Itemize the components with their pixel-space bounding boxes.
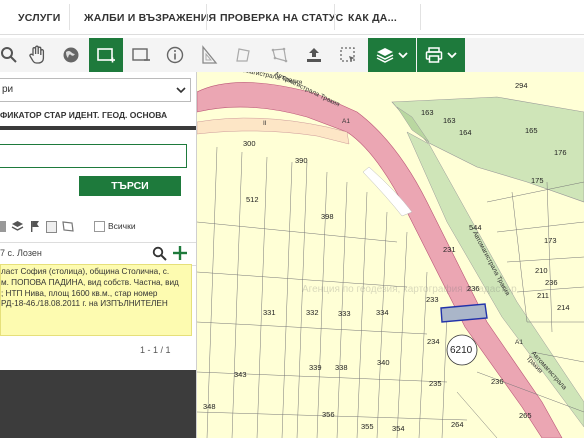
parcel-label: 210 xyxy=(535,266,548,275)
result-details: ласт София (столица), община Столична, с… xyxy=(0,264,192,336)
pan-hand-icon[interactable] xyxy=(20,38,54,72)
parcel-label: 544 xyxy=(469,223,482,232)
chevron-down-icon xyxy=(176,87,186,94)
info-icon[interactable] xyxy=(158,38,192,72)
result-line: ласт София (столица), община Столична, с… xyxy=(1,267,170,276)
nav-separator xyxy=(334,4,335,30)
chevron-down-icon xyxy=(398,52,408,59)
panel-footer xyxy=(0,370,196,438)
road-code: II xyxy=(263,120,267,127)
parcel-label: 163 xyxy=(421,108,434,117)
parcel-label: 231 xyxy=(443,245,456,254)
search-icon[interactable] xyxy=(152,246,167,261)
tab-identifier[interactable]: ФИКАТОР xyxy=(0,110,42,120)
cadastral-map[interactable]: Агенция по геодезия, картография и кадас… xyxy=(197,72,584,438)
parcel-label: 333 xyxy=(338,309,351,318)
top-navigation: УСЛУГИ ЖАЛБИ И ВЪЗРАЖЕНИЯ ПРОВЕРКА НА СТ… xyxy=(0,0,584,35)
all-checkbox[interactable] xyxy=(94,221,105,232)
search-button[interactable]: ТЪРСИ xyxy=(79,176,181,196)
nav-separator xyxy=(420,4,421,30)
parcel-label: 164 xyxy=(459,128,472,137)
parcel-label: 165 xyxy=(525,126,538,135)
tab-underline xyxy=(0,126,196,130)
tab-old-identifier[interactable]: СТАР ИДЕНТ. xyxy=(44,110,99,120)
nav-separator xyxy=(206,4,207,30)
parcel-label: 340 xyxy=(377,358,390,367)
parcel-label: 235 xyxy=(429,379,442,388)
parcel-label: 354 xyxy=(392,424,405,433)
result-line: м. ПОПОВА ПАДИНА, вид собств. Частна, ви… xyxy=(1,277,179,287)
map-toolbar xyxy=(0,38,584,73)
search-tabs: ФИКАТОР СТАР ИДЕНТ. ГЕОД. ОСНОВА xyxy=(0,106,196,124)
nav-services[interactable]: УСЛУГИ xyxy=(18,0,60,34)
layers-icon xyxy=(376,48,394,63)
parcel-label: 236 xyxy=(491,377,504,386)
map-watermark: Агенция по геодезия, картография и кадас… xyxy=(302,284,517,295)
parcel-label: 163 xyxy=(443,116,456,125)
cadastral-number: 6210 xyxy=(450,345,473,356)
add-icon[interactable] xyxy=(172,245,188,261)
result-line: РД-18-46./18.08.2011 г. на ИЗПЪЛНИТЕЛЕН xyxy=(1,299,168,309)
parcel-label: 233 xyxy=(426,295,439,304)
result-header[interactable]: 7 с. Лозен xyxy=(0,242,196,266)
parcel-label: 294 xyxy=(515,81,528,90)
polygon-icon[interactable] xyxy=(262,38,296,72)
parcel-label: 332 xyxy=(306,308,319,317)
deselect-icon[interactable] xyxy=(124,38,158,72)
tab-geodetic-basis[interactable]: ГЕОД. ОСНОВА xyxy=(102,110,167,120)
select-area-icon[interactable] xyxy=(331,38,365,72)
filter-row: Всички xyxy=(0,218,196,236)
parcel-label: 236 xyxy=(545,278,558,287)
globe-icon[interactable] xyxy=(54,38,88,72)
parcel-label: 339 xyxy=(309,363,322,372)
parcel-label: 176 xyxy=(554,148,567,157)
nav-complaints[interactable]: ЖАЛБИ И ВЪЗРАЖЕНИЯ xyxy=(84,0,216,34)
print-button[interactable] xyxy=(417,38,465,72)
parcel-label: 398 xyxy=(321,212,334,221)
parcel-label: 343 xyxy=(234,370,247,379)
parcel-label: 236 xyxy=(467,284,480,293)
measure-icon[interactable] xyxy=(192,38,226,72)
parcel-label: 334 xyxy=(376,308,389,317)
result-title: 7 с. Лозен xyxy=(0,248,42,258)
parcel-label: 348 xyxy=(203,402,216,411)
upload-icon[interactable] xyxy=(297,38,331,72)
pagination: 1 - 1 / 1 xyxy=(140,345,171,355)
search-input[interactable] xyxy=(0,144,187,168)
print-icon xyxy=(425,47,443,63)
flag-icon[interactable] xyxy=(29,220,41,233)
select-rect-icon[interactable] xyxy=(89,38,123,72)
parcel-label: 264 xyxy=(451,420,464,429)
road-code: A1 xyxy=(342,118,350,125)
road-code: A1 xyxy=(515,339,523,346)
layer-select[interactable]: ри xyxy=(0,78,191,102)
layers-button[interactable] xyxy=(368,38,416,72)
layers-filter-icon[interactable] xyxy=(11,220,24,233)
parcel-label: 234 xyxy=(427,337,440,346)
nav-how-to[interactable]: КАК ДА... xyxy=(348,0,397,34)
parcel-label: 214 xyxy=(557,303,570,312)
area-measure-icon[interactable] xyxy=(226,38,260,72)
parcel-label: 338 xyxy=(335,363,348,372)
parcel-label: 512 xyxy=(246,195,259,204)
search-panel: ри ФИКАТОР СТАР ИДЕНТ. ГЕОД. ОСНОВА ТЪРС… xyxy=(0,72,197,438)
nav-status-check[interactable]: ПРОВЕРКА НА СТАТУС xyxy=(220,0,343,34)
parcel-label: 175 xyxy=(531,176,544,185)
parcel-label: 300 xyxy=(243,139,256,148)
parcel-label: 331 xyxy=(263,308,276,317)
polygon-filter-icon[interactable] xyxy=(61,220,74,233)
filter-square-icon[interactable] xyxy=(0,221,6,232)
parcel-label: 390 xyxy=(295,156,308,165)
parcel-label: 265 xyxy=(519,411,532,420)
chevron-down-icon xyxy=(447,52,457,59)
layer-select-value: ри xyxy=(2,84,14,95)
nav-separator xyxy=(69,4,70,30)
parcel-label: 173 xyxy=(544,236,557,245)
parcel-label: 355 xyxy=(361,422,374,431)
parcel-label: 211 xyxy=(537,291,549,300)
result-line: ; НТП Нива, площ 1600 кв.м., стар номер xyxy=(1,288,158,298)
building-filter-icon[interactable] xyxy=(46,221,57,233)
parcel-label: 356 xyxy=(322,410,335,419)
all-checkbox-label: Всички xyxy=(108,221,136,231)
